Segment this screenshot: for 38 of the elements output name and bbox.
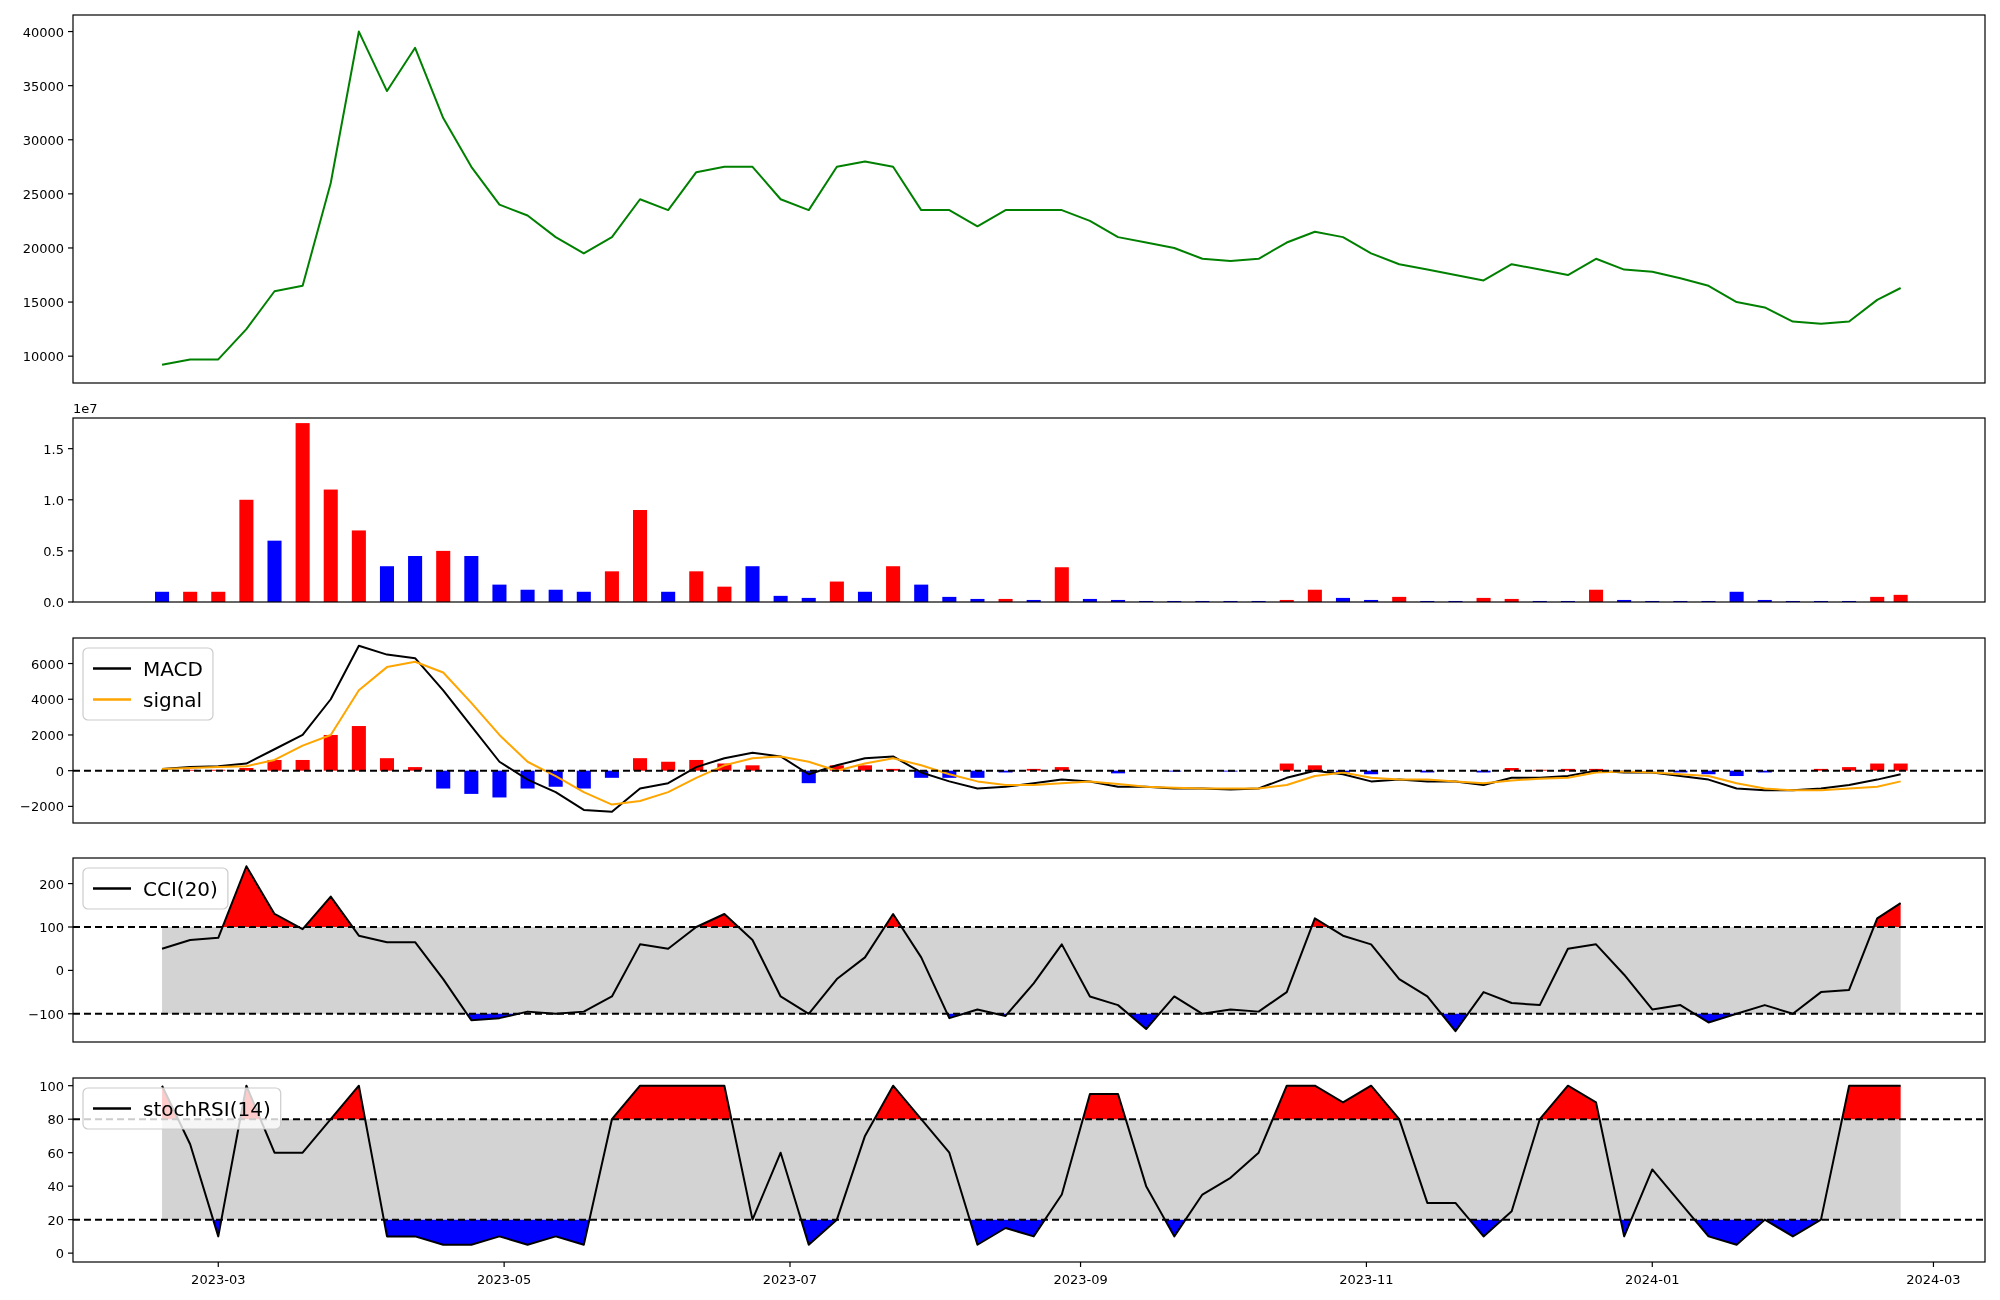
y-tick-label: 20000 — [22, 240, 64, 256]
y-tick-label: 40 — [47, 1179, 64, 1195]
y-tick-label: 25000 — [22, 186, 64, 202]
axis-offset-label: 1e7 — [73, 401, 98, 416]
legend-label: signal — [143, 687, 203, 712]
x-tick-label: 2023-09 — [1053, 1272, 1108, 1287]
y-tick-label: 0 — [55, 1246, 64, 1262]
y-tick-label: 0 — [55, 763, 64, 779]
y-tick-label: 10000 — [22, 349, 64, 365]
y-tick-label: 0 — [55, 963, 64, 979]
y-tick-label: 0.0 — [43, 595, 64, 610]
x-tick-label: 2024-01 — [1625, 1272, 1680, 1287]
legend-label: MACD — [143, 656, 203, 681]
y-tick-label: 30000 — [22, 132, 64, 148]
y-tick-label: 40000 — [22, 24, 64, 40]
x-tick-label: 2023-05 — [476, 1272, 532, 1287]
y-tick-label: 200 — [39, 876, 64, 892]
x-tick-label: 2024-03 — [1906, 1272, 1961, 1287]
y-tick-label: 4000 — [30, 692, 64, 708]
y-tick-label: 80 — [47, 1112, 64, 1128]
legend-label: stochRSI(14) — [143, 1096, 271, 1121]
y-tick-label: 15000 — [22, 295, 64, 311]
x-tick-label: 2023-03 — [191, 1272, 246, 1287]
x-tick-label: 2023-11 — [1339, 1272, 1394, 1287]
y-tick-label: 1.0 — [43, 492, 64, 508]
y-tick-label: −2000 — [20, 799, 64, 815]
y-tick-label: 100 — [39, 1078, 64, 1094]
y-tick-label: 1.5 — [43, 441, 64, 457]
y-tick-label: −100 — [28, 1006, 64, 1022]
y-tick-label: 2000 — [30, 727, 64, 743]
y-tick-label: 100 — [39, 920, 64, 935]
legend-label: CCI(20) — [143, 876, 218, 901]
x-tick-label: 2023-07 — [762, 1272, 818, 1287]
y-tick-label: 6000 — [30, 656, 64, 672]
y-tick-label: 60 — [47, 1145, 64, 1161]
y-tick-label: 35000 — [22, 78, 64, 94]
y-tick-label: 0.5 — [43, 543, 64, 559]
y-tick-label: 20 — [47, 1212, 64, 1228]
